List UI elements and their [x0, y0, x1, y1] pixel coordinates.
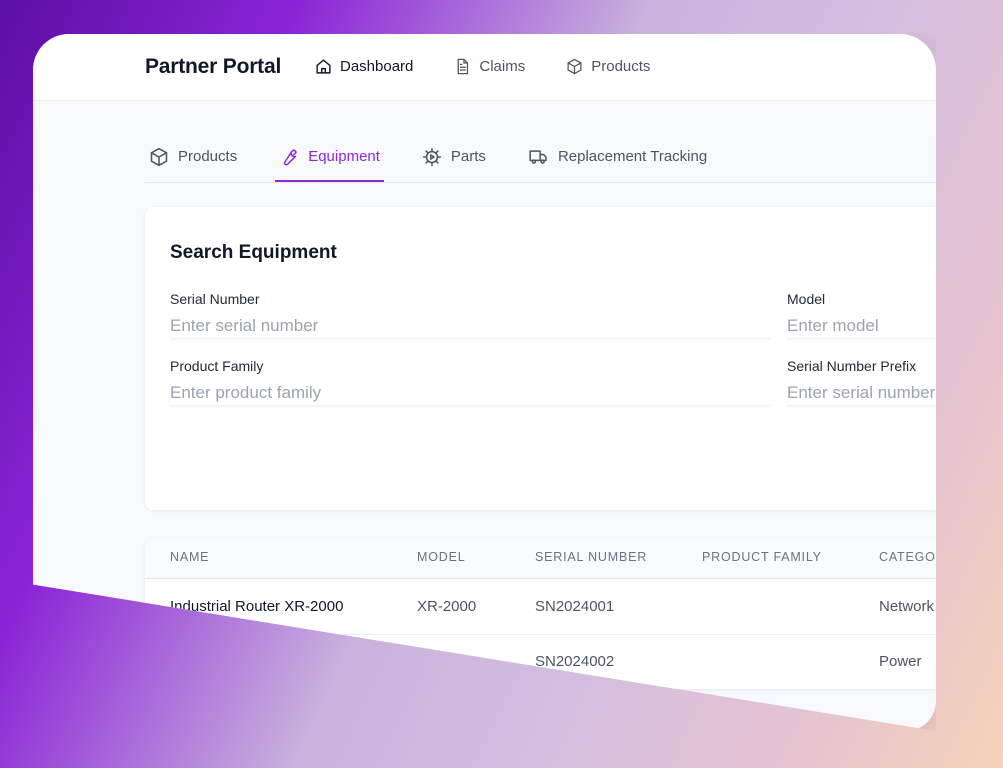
- column-header-model[interactable]: MODEL: [417, 550, 465, 564]
- tab-equipment-label: Equipment: [308, 148, 380, 165]
- table-row[interactable]: SN2024002 Power: [145, 634, 936, 689]
- model-field: Model: [787, 291, 936, 339]
- brand-title: Partner Portal: [145, 55, 282, 78]
- home-icon: [316, 59, 331, 74]
- serial-number-input[interactable]: [170, 314, 770, 339]
- cell-name: Industrial Router XR-2000: [170, 598, 344, 615]
- product-family-input[interactable]: [170, 381, 770, 406]
- product-family-label: Product Family: [170, 358, 264, 374]
- section-tabs: Products Equipment Parts Replacement Tra…: [145, 132, 936, 183]
- nav-claims-label: Claims: [479, 58, 526, 75]
- cell-serial-number: SN2024002: [535, 653, 615, 670]
- serial-prefix-label: Serial Number Prefix: [787, 358, 917, 374]
- nav-products-label: Products: [591, 58, 651, 75]
- app-window: Partner Portal Dashboard Claims Products…: [33, 34, 936, 731]
- column-header-name[interactable]: NAME: [170, 550, 209, 564]
- model-label: Model: [787, 291, 826, 307]
- wrench-icon: [284, 148, 298, 165]
- nav-claims[interactable]: Claims: [454, 58, 525, 75]
- nav-dashboard[interactable]: Dashboard: [315, 58, 413, 75]
- serial-prefix-input[interactable]: [787, 381, 936, 406]
- search-card-title: Search Equipment: [170, 242, 337, 263]
- column-header-serial-number[interactable]: SERIAL NUMBER: [535, 550, 647, 564]
- box-icon: [150, 147, 168, 166]
- column-header-product-family[interactable]: PRODUCT FAMILY: [702, 550, 822, 564]
- table-row[interactable]: Industrial Router XR-2000 XR-2000 SN2024…: [145, 579, 936, 635]
- column-header-category[interactable]: CATEGORY: [879, 550, 936, 564]
- main-nav: Dashboard Claims Products: [315, 58, 691, 75]
- model-input[interactable]: [787, 314, 936, 339]
- cell-serial-number: SN2024001: [535, 598, 615, 615]
- serial-number-field: Serial Number: [170, 291, 770, 339]
- cell-category: Power: [879, 653, 922, 670]
- cell-category: Network: [879, 598, 935, 615]
- tab-products[interactable]: Products: [145, 132, 241, 181]
- tab-equipment[interactable]: Equipment: [275, 132, 384, 182]
- nav-products[interactable]: Products: [566, 58, 650, 75]
- box-icon: [567, 58, 582, 75]
- serial-prefix-field: Serial Number Prefix: [787, 358, 936, 406]
- document-icon: [458, 58, 469, 75]
- nav-dashboard-label: Dashboard: [340, 58, 414, 75]
- table-header: NAME MODEL SERIAL NUMBER PRODUCT FAMILY …: [145, 538, 936, 579]
- tab-parts[interactable]: Parts: [418, 132, 490, 181]
- cell-model: XR-2000: [417, 598, 477, 615]
- serial-number-label: Serial Number: [170, 291, 260, 307]
- equipment-table: NAME MODEL SERIAL NUMBER PRODUCT FAMILY …: [145, 538, 936, 689]
- gear-icon: [422, 147, 442, 166]
- truck-icon: [529, 149, 547, 164]
- tab-replacement-tracking-label: Replacement Tracking: [557, 148, 708, 165]
- product-family-field: Product Family: [170, 358, 770, 406]
- tab-replacement-tracking[interactable]: Replacement Tracking: [524, 132, 711, 181]
- search-equipment-card: Search Equipment Serial Number Model Pro…: [145, 207, 936, 510]
- top-navigation-bar: Partner Portal Dashboard Claims Products: [33, 34, 936, 101]
- tab-parts-label: Parts: [450, 148, 486, 165]
- tab-products-label: Products: [178, 148, 238, 165]
